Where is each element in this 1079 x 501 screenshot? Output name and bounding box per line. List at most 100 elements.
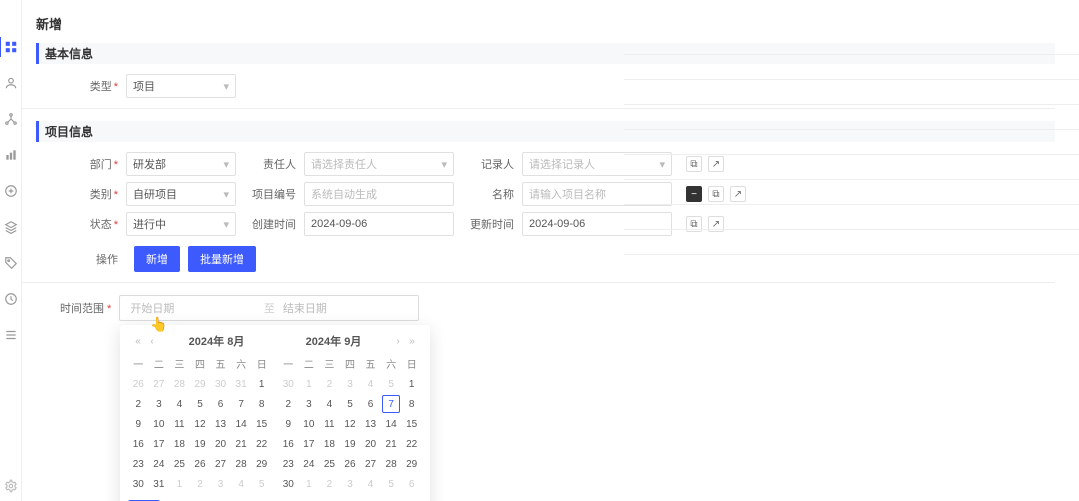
- calendar-day[interactable]: 5: [382, 475, 400, 493]
- calendar-day[interactable]: 20: [362, 435, 380, 453]
- prev-month-icon[interactable]: ‹: [146, 335, 158, 347]
- calendar-day[interactable]: 2: [191, 475, 209, 493]
- calendar-day[interactable]: 30: [279, 375, 297, 393]
- calendar-day[interactable]: 16: [279, 435, 297, 453]
- calendar-day[interactable]: 5: [341, 395, 359, 413]
- nav-org[interactable]: [4, 112, 18, 126]
- calendar-day[interactable]: 22: [403, 435, 421, 453]
- select-dept[interactable]: 研发部▾: [126, 152, 236, 176]
- calendar-day[interactable]: 28: [382, 455, 400, 473]
- copy-icon[interactable]: ⧉: [686, 216, 702, 232]
- nav-layers[interactable]: [4, 220, 18, 234]
- calendar-day[interactable]: 15: [403, 415, 421, 433]
- calendar-day[interactable]: 14: [382, 415, 400, 433]
- calendar-day[interactable]: 13: [362, 415, 380, 433]
- select-type[interactable]: 项目▾: [126, 74, 236, 98]
- calendar-day[interactable]: 29: [191, 375, 209, 393]
- calendar-day[interactable]: 2: [279, 395, 297, 413]
- calendar-day[interactable]: 7: [232, 395, 250, 413]
- calendar-day[interactable]: 4: [362, 475, 380, 493]
- select-owner[interactable]: 请选择责任人▾: [304, 152, 454, 176]
- input-name[interactable]: 请输入项目名称: [522, 182, 672, 206]
- add-button[interactable]: 新增: [134, 246, 180, 272]
- calendar-day[interactable]: 31: [150, 475, 168, 493]
- calendar-day[interactable]: 26: [191, 455, 209, 473]
- settings-icon[interactable]: [4, 479, 18, 493]
- calendar-day[interactable]: 23: [279, 455, 297, 473]
- nav-add[interactable]: [4, 184, 18, 198]
- nav-home[interactable]: [4, 40, 18, 54]
- calendar-day[interactable]: 5: [253, 475, 271, 493]
- calendar-day[interactable]: 12: [191, 415, 209, 433]
- calendar-day[interactable]: 29: [403, 455, 421, 473]
- calendar-day[interactable]: 17: [300, 435, 318, 453]
- calendar-day[interactable]: 28: [170, 375, 188, 393]
- calendar-day[interactable]: 27: [212, 455, 230, 473]
- calendar-day[interactable]: 1: [300, 475, 318, 493]
- calendar-day[interactable]: 9: [279, 415, 297, 433]
- calendar-day[interactable]: 3: [212, 475, 230, 493]
- nav-tags[interactable]: [4, 256, 18, 270]
- calendar-day[interactable]: 30: [129, 475, 147, 493]
- select-status[interactable]: 进行中▾: [126, 212, 236, 236]
- calendar-day[interactable]: 3: [341, 475, 359, 493]
- prev-year-icon[interactable]: «: [132, 335, 144, 347]
- calendar-day[interactable]: 2: [129, 395, 147, 413]
- nav-stats[interactable]: [4, 148, 18, 162]
- nav-list[interactable]: [4, 328, 18, 342]
- calendar-day[interactable]: 5: [382, 375, 400, 393]
- calendar-day[interactable]: 30: [212, 375, 230, 393]
- copy-icon[interactable]: ⧉: [708, 186, 724, 202]
- calendar-day[interactable]: 9: [129, 415, 147, 433]
- calendar-day[interactable]: 13: [212, 415, 230, 433]
- calendar-day[interactable]: 6: [212, 395, 230, 413]
- nav-time[interactable]: [4, 292, 18, 306]
- calendar-day[interactable]: 21: [382, 435, 400, 453]
- calendar-day[interactable]: 25: [170, 455, 188, 473]
- expand-icon[interactable]: ↗: [708, 216, 724, 232]
- calendar-day[interactable]: 18: [170, 435, 188, 453]
- calendar-day[interactable]: 15: [253, 415, 271, 433]
- calendar-day[interactable]: 22: [253, 435, 271, 453]
- calendar-day[interactable]: 23: [129, 455, 147, 473]
- calendar-day[interactable]: 18: [320, 435, 338, 453]
- daterange-input[interactable]: 开始日期 至 结束日期: [119, 295, 419, 321]
- batch-add-button[interactable]: 批量新增: [188, 246, 256, 272]
- calendar-day[interactable]: 27: [362, 455, 380, 473]
- calendar-day[interactable]: 5: [191, 395, 209, 413]
- calendar-day[interactable]: 1: [170, 475, 188, 493]
- calendar-day[interactable]: 2: [320, 375, 338, 393]
- calendar-day[interactable]: 12: [341, 415, 359, 433]
- calendar-day[interactable]: 24: [150, 455, 168, 473]
- calendar-day[interactable]: 20: [212, 435, 230, 453]
- calendar-day[interactable]: 10: [150, 415, 168, 433]
- calendar-day[interactable]: 27: [150, 375, 168, 393]
- calendar-day[interactable]: 19: [191, 435, 209, 453]
- calendar-day[interactable]: 19: [341, 435, 359, 453]
- calendar-day[interactable]: 4: [170, 395, 188, 413]
- calendar-day[interactable]: 30: [279, 475, 297, 493]
- calendar-day[interactable]: 4: [362, 375, 380, 393]
- calendar-day[interactable]: 6: [403, 475, 421, 493]
- calendar-day[interactable]: 1: [253, 375, 271, 393]
- calendar-day[interactable]: 31: [232, 375, 250, 393]
- calendar-day[interactable]: 21: [232, 435, 250, 453]
- calendar-day[interactable]: 8: [403, 395, 421, 413]
- calendar-day[interactable]: 24: [300, 455, 318, 473]
- copy-icon[interactable]: ⧉: [686, 156, 702, 172]
- calendar-day[interactable]: 4: [232, 475, 250, 493]
- calendar-day[interactable]: 11: [320, 415, 338, 433]
- calendar-day[interactable]: 16: [129, 435, 147, 453]
- nav-users[interactable]: [4, 76, 18, 90]
- next-month-icon[interactable]: ›: [392, 335, 404, 347]
- calendar-day[interactable]: 10: [300, 415, 318, 433]
- calendar-day[interactable]: 2: [320, 475, 338, 493]
- calendar-day[interactable]: 1: [300, 375, 318, 393]
- calendar-day[interactable]: 3: [150, 395, 168, 413]
- calendar-day[interactable]: 1: [403, 375, 421, 393]
- calendar-day[interactable]: 14: [232, 415, 250, 433]
- input-code[interactable]: 系统自动生成: [304, 182, 454, 206]
- next-year-icon[interactable]: »: [406, 335, 418, 347]
- calendar-day[interactable]: 11: [170, 415, 188, 433]
- calendar-day[interactable]: 8: [253, 395, 271, 413]
